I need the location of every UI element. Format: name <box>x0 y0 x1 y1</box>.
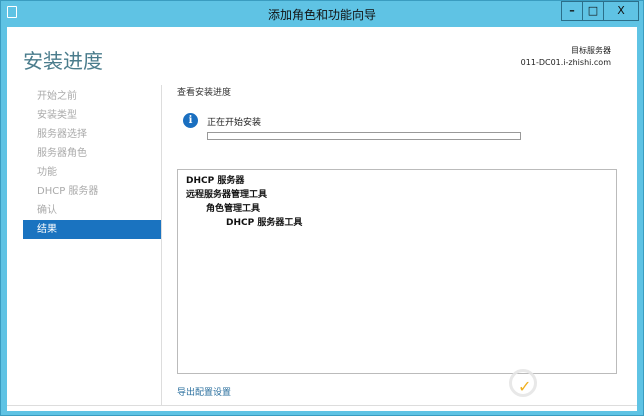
progress-bar <box>207 132 521 140</box>
window-title: 添加角色和功能向导 <box>267 8 376 22</box>
page-title: 安装进度 <box>23 49 103 73</box>
list-item: 角色管理工具 <box>206 204 261 214</box>
wizard-nav: 开始之前 安装类型 服务器选择 服务器角色 功能 DHCP 服务器 确认 结果 <box>23 87 161 239</box>
nav-item-server-roles: 服务器角色 <box>37 148 87 159</box>
list-item: 远程服务器管理工具 <box>186 190 268 200</box>
nav-item-results[interactable]: 结果 <box>23 220 161 239</box>
close-button[interactable]: X <box>603 1 639 21</box>
info-icon: i <box>183 113 198 128</box>
nav-item-installation-type: 安装类型 <box>37 110 77 121</box>
target-server: 目标服务器 011-DC01.i-zhishi.com <box>521 45 611 69</box>
divider <box>161 85 162 405</box>
wizard-window: 添加角色和功能向导 – □ X 安装进度 目标服务器 011-DC01.i-zh… <box>0 0 644 416</box>
watermark-text: 创新互联 <box>543 374 615 395</box>
section-subtitle: 查看安装进度 <box>177 88 232 98</box>
minimize-button[interactable]: – <box>561 1 583 21</box>
list-item: DHCP 服务器工具 <box>226 218 303 228</box>
title-bar: 添加角色和功能向导 – □ X <box>1 1 643 27</box>
target-label: 目标服务器 <box>571 46 611 55</box>
footer-divider <box>7 405 637 406</box>
watermark: ✓ 创新互联 <box>509 369 615 397</box>
nav-item-server-selection: 服务器选择 <box>37 129 87 140</box>
list-item: DHCP 服务器 <box>186 176 245 186</box>
target-server-name: 011-DC01.i-zhishi.com <box>520 58 611 67</box>
main-panel: 查看安装进度 i 正在开始安装 DHCP 服务器 远程服务器管理工具 角色管理工… <box>177 85 627 398</box>
nav-item-features: 功能 <box>37 167 57 178</box>
watermark-logo-icon: ✓ <box>509 369 537 397</box>
nav-item-before-you-begin: 开始之前 <box>37 91 77 102</box>
export-settings-link[interactable]: 导出配置设置 <box>177 385 231 398</box>
nav-item-confirmation: 确认 <box>37 205 57 216</box>
maximize-button[interactable]: □ <box>582 1 604 21</box>
nav-item-dhcp-server: DHCP 服务器 <box>37 186 99 197</box>
status-text: 正在开始安装 <box>207 118 262 128</box>
wizard-content: 安装进度 目标服务器 011-DC01.i-zhishi.com 开始之前 安装… <box>7 27 637 411</box>
feature-list: DHCP 服务器 远程服务器管理工具 角色管理工具 DHCP 服务器工具 <box>177 169 617 374</box>
